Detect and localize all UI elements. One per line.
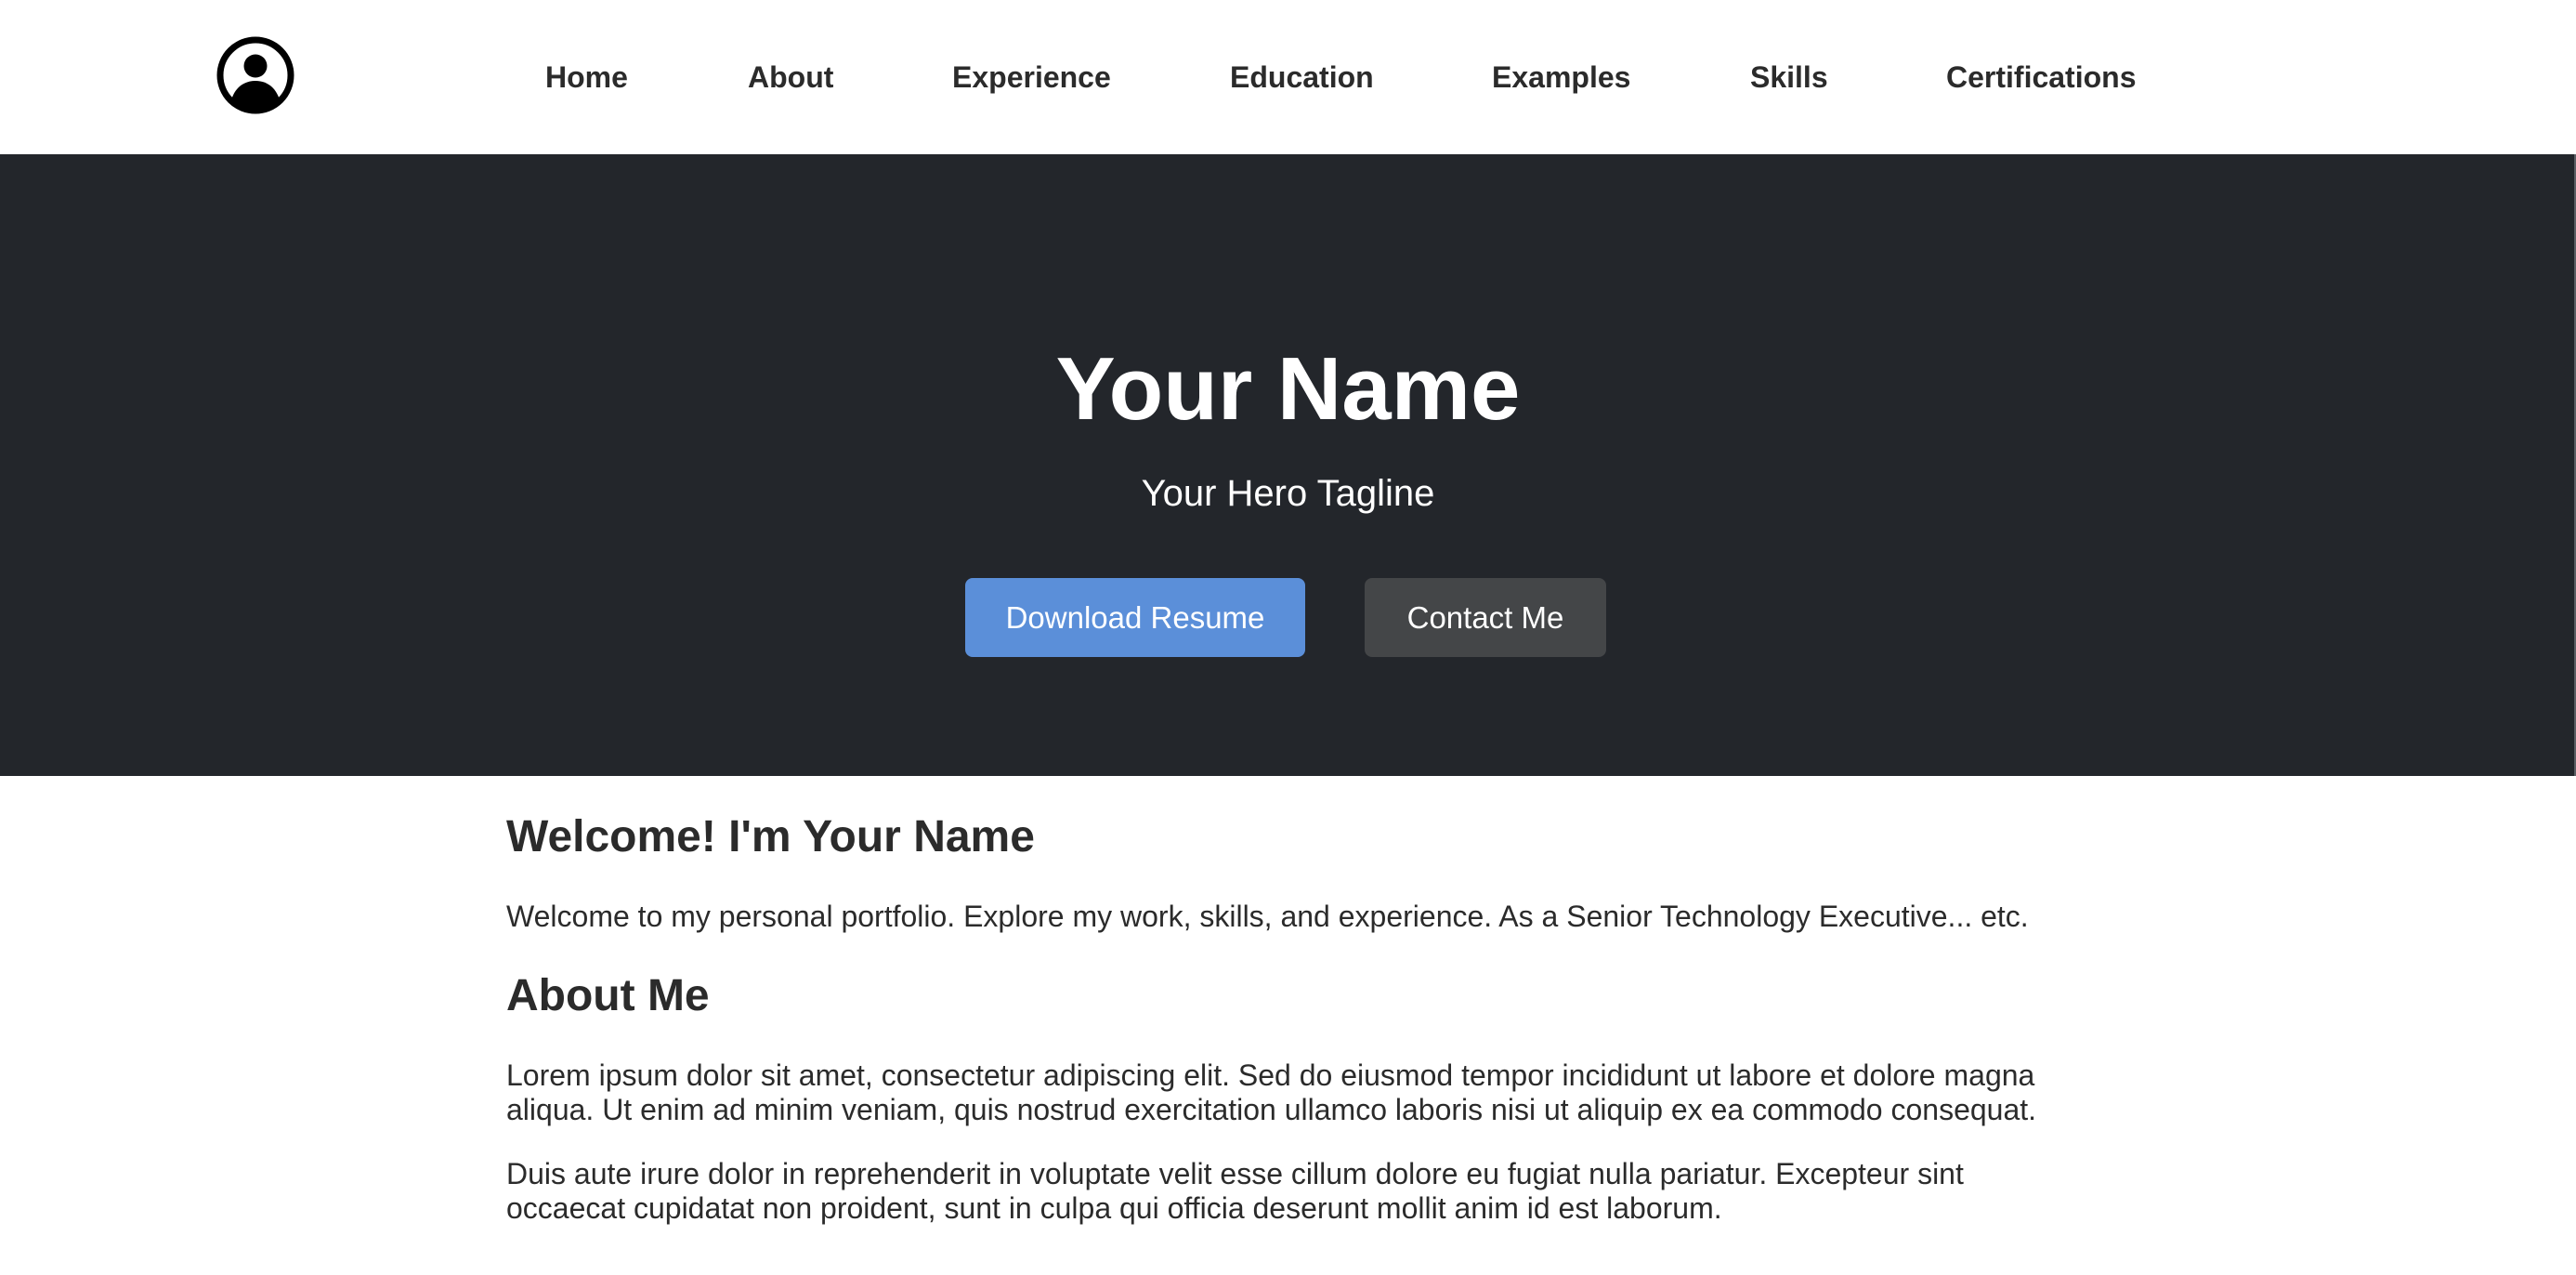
about-paragraph: Lorem ipsum dolor sit amet, consectetur … — [506, 1058, 2037, 1126]
nav-link-education[interactable]: Education — [1230, 58, 1374, 97]
nav-link-about[interactable]: About — [748, 58, 833, 97]
welcome-heading: Welcome! I'm Your Name — [506, 812, 1035, 861]
contact-me-button[interactable]: Contact Me — [1365, 578, 1606, 657]
welcome-text: Welcome to my personal portfolio. Explor… — [506, 900, 2029, 933]
nav-link-home[interactable]: Home — [545, 58, 628, 97]
user-avatar-icon[interactable] — [216, 36, 294, 114]
nav-link-skills[interactable]: Skills — [1750, 58, 1828, 97]
nav-link-examples[interactable]: Examples — [1492, 58, 1630, 97]
about-paragraph: Duis aute irure dolor in reprehenderit i… — [506, 1157, 1964, 1225]
top-navbar: Home About Experience Education Examples… — [0, 0, 2576, 154]
hero-title: Your Name — [1055, 339, 1521, 439]
download-resume-button[interactable]: Download Resume — [965, 578, 1305, 657]
hero-section: Your Name Your Hero Tagline Download Res… — [0, 154, 2576, 776]
about-heading: About Me — [506, 971, 710, 1020]
hero-tagline: Your Hero Tagline — [1141, 473, 1435, 514]
nav-link-experience[interactable]: Experience — [952, 58, 1111, 97]
nav-link-certifications[interactable]: Certifications — [1946, 58, 2136, 97]
